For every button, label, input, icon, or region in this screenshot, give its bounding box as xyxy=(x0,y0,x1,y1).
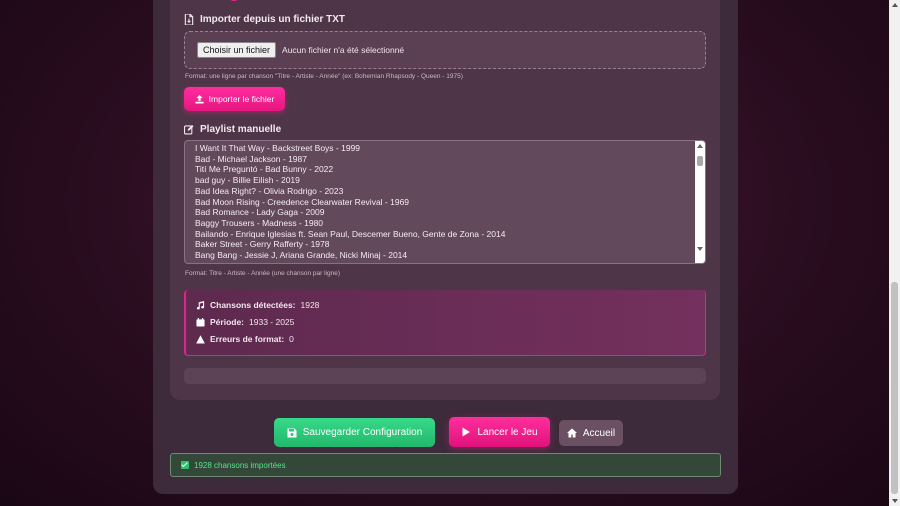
save-config-button[interactable]: Sauvegarder Configuration xyxy=(274,418,435,447)
playlist-line: Bad - Michael Jackson - 1987 xyxy=(195,153,307,164)
import-notification: 1928 chansons importées xyxy=(170,453,721,477)
playlist-textarea[interactable]: I Want It That Way - Backstreet Boys - 1… xyxy=(184,140,706,264)
scroll-down-icon[interactable] xyxy=(697,247,703,251)
calendar-icon xyxy=(196,317,205,327)
import-section-label: Importer depuis un fichier TXT xyxy=(200,14,346,25)
songs-detected-value: 1928 xyxy=(300,300,320,310)
launch-game-label: Lancer le Jeu xyxy=(477,426,538,438)
scroll-up-icon[interactable] xyxy=(697,144,703,148)
file-status-text: Aucun fichier n'a été sélectionné xyxy=(282,45,405,55)
upload-icon xyxy=(195,94,204,104)
manual-format-hint: Format: Titre - Artiste - Année (une cha… xyxy=(185,270,340,277)
checkbox-icon xyxy=(181,461,189,469)
home-button[interactable]: Accueil xyxy=(559,420,623,446)
accent-mark xyxy=(231,0,237,1)
songs-detected-label: Chansons détectées: xyxy=(210,300,296,310)
playlist-line: Bailando - Enrique Iglesias ft. Sean Pau… xyxy=(195,228,506,239)
play-icon xyxy=(462,427,471,437)
playlist-line: Baker Street - Gerry Rafferty - 1978 xyxy=(195,239,330,250)
playlist-line: Bad Idea Right? - Olivia Rodrigo - 2023 xyxy=(195,185,344,196)
errors-value: 0 xyxy=(289,334,294,344)
manual-section-title: Playlist manuelle xyxy=(184,124,281,135)
page-scroll-thumb[interactable] xyxy=(891,282,898,494)
period-label: Période: xyxy=(210,317,245,327)
errors-row: Erreurs de format: 0 xyxy=(196,334,294,344)
home-label: Accueil xyxy=(582,427,616,439)
stats-box: Chansons détectées: 1928 Période: 1933 -… xyxy=(184,290,706,356)
period-value: 1933 - 2025 xyxy=(249,317,295,327)
playlist-line: Bad Moon Rising - Creedence Clearwater R… xyxy=(195,196,410,207)
playlist-scrollbar[interactable] xyxy=(695,141,705,263)
notification-text: 1928 chansons importées xyxy=(194,460,286,470)
import-file-button[interactable]: Importer le fichier xyxy=(184,87,285,111)
scroll-thumb[interactable] xyxy=(697,156,703,166)
file-import-icon xyxy=(184,14,194,25)
playlist-line: I Want It That Way - Backstreet Boys - 1… xyxy=(195,143,361,153)
import-file-label: Importer le fichier xyxy=(208,94,275,104)
page-scroll-up-icon[interactable] xyxy=(892,3,898,7)
page-scroll-down-icon[interactable] xyxy=(892,499,898,503)
playlist-line: Bad Romance - Lady Gaga - 2009 xyxy=(195,207,325,218)
playlist-line: Bang Bang - Jessie J, Ariana Grande, Nic… xyxy=(195,250,408,261)
playlist-line: Tití Me Preguntó - Bad Bunny - 2022 xyxy=(195,164,334,175)
playlist-line: bad guy - Billie Eilish - 2019 xyxy=(195,175,300,186)
save-icon xyxy=(287,428,297,437)
progress-bar xyxy=(184,368,706,384)
manual-section-label: Playlist manuelle xyxy=(200,124,282,135)
playlist-line: Baggy Trousers - Madness - 1980 xyxy=(195,217,324,228)
period-row: Période: 1933 - 2025 xyxy=(196,317,294,327)
page-scrollbar[interactable] xyxy=(889,0,900,506)
import-format-hint: Format: une ligne par chanson "Titre - A… xyxy=(185,73,463,80)
music-note-icon xyxy=(196,300,205,309)
launch-game-button[interactable]: Lancer le Jeu xyxy=(449,417,550,447)
edit-icon xyxy=(184,124,194,135)
warning-icon xyxy=(196,334,205,344)
file-drop-zone[interactable]: Choisir un fichier Aucun fichier n'a été… xyxy=(184,31,706,69)
import-section-title: Importer depuis un fichier TXT xyxy=(184,14,345,25)
home-icon xyxy=(566,428,577,438)
errors-label: Erreurs de format: xyxy=(210,334,285,344)
songs-detected-row: Chansons détectées: 1928 xyxy=(196,300,319,310)
save-config-label: Sauvegarder Configuration xyxy=(302,427,423,438)
choose-file-button[interactable]: Choisir un fichier xyxy=(197,42,277,58)
playlist-lines: I Want It That Way - Backstreet Boys - 1… xyxy=(195,143,505,261)
